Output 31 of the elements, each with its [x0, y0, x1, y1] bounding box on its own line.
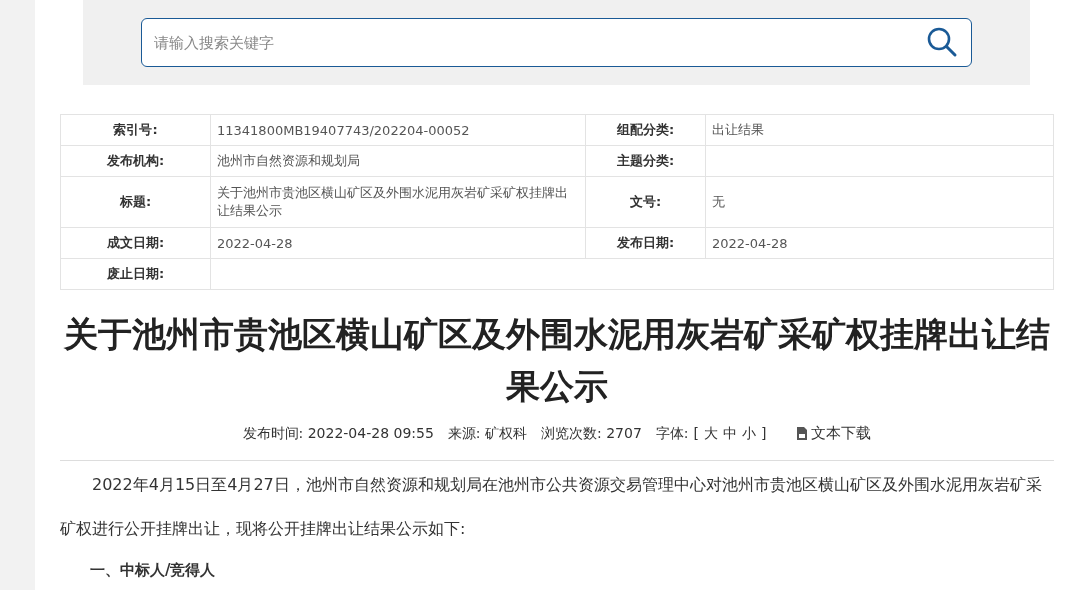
field-label: 主题分类: — [585, 145, 706, 177]
field-value: 2022-04-28 — [217, 235, 293, 251]
search-icon[interactable] — [926, 26, 958, 58]
field-value: 11341800MB19407743/202204-00052 — [217, 122, 470, 138]
section-heading: 一、中标人/竞得人 — [90, 561, 217, 580]
field-value: 无 — [712, 194, 725, 209]
article-info: 来源: 矿权科 — [447, 424, 527, 443]
field-label: 发布机构: — [60, 145, 211, 177]
font-size-link[interactable]: 大 — [704, 424, 718, 443]
field-label: 组配分类: — [585, 114, 706, 146]
field-label: 索引号: — [60, 114, 211, 146]
field-label: 文号: — [585, 176, 706, 228]
download-link[interactable]: 文本下载 — [796, 424, 872, 443]
field-label: 废止日期: — [60, 258, 211, 290]
field-label: 成文日期: — [60, 227, 211, 259]
article-info: 浏览次数: 2707 — [541, 424, 642, 443]
article-title: 关于池州市贵池区横山矿区及外围水泥用灰岩矿采矿权挂牌出让结果公示 — [63, 313, 1051, 408]
field-label: 发布日期: — [585, 227, 706, 259]
bracket: [ — [693, 424, 699, 443]
bracket: ] — [761, 424, 767, 443]
field-value: 2022-04-28 — [712, 235, 788, 251]
article-paragraph: 2022年4月15日至4月27日，池州市自然资源和规划局在池州市公共资源交易管理中心对池州市贵池区横山矿区及外围水泥用灰岩矿采矿权进行公开挂牌出让，现将公开挂牌出让结果公示如下: — [60, 474, 1043, 540]
search-field[interactable]: 请输入搜索关键字 — [141, 18, 972, 67]
field-value: 关于池州市贵池区横山矿区及外围水泥用灰岩矿采矿权挂牌出让结果公示 — [217, 185, 568, 218]
font-size-label: 字体: — [655, 424, 689, 443]
field-value: 池州市自然资源和规划局 — [217, 153, 360, 168]
article-info: 发布时间: 2022-04-28 09:55 — [242, 424, 434, 443]
field-label: 标题: — [60, 176, 211, 228]
font-size-link[interactable]: 中 — [723, 424, 737, 443]
field-value: 出让结果 — [712, 122, 764, 137]
font-size-link[interactable]: 小 — [742, 424, 756, 443]
